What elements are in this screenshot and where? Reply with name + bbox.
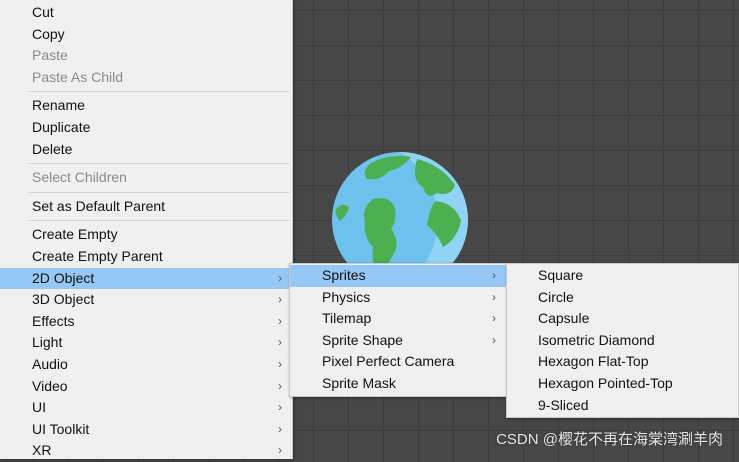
menu-item-label: Cut xyxy=(32,4,54,20)
context-menu: Cut Copy Paste Paste As Child Rename Duplicat… xyxy=(0,0,293,459)
menu-item-label: Select Children xyxy=(32,169,127,186)
menu-item-circle[interactable]: Circle xyxy=(507,287,738,309)
chevron-right-icon: › xyxy=(278,313,282,328)
menu-item-delete[interactable]: Delete xyxy=(0,139,292,161)
menu-item-audio[interactable]: Audio › xyxy=(0,354,292,376)
chevron-right-icon: › xyxy=(492,332,496,347)
menu-separator xyxy=(28,91,290,93)
menu-item-capsule[interactable]: Capsule xyxy=(507,308,738,330)
menu-item-paste-as-child: Paste As Child xyxy=(0,67,292,89)
menu-item-label: Tilemap xyxy=(322,310,372,327)
menu-item-label: Create Empty Parent xyxy=(32,247,163,264)
chevron-right-icon: › xyxy=(278,335,282,350)
menu-item-label: XR xyxy=(32,442,52,459)
menu-item-label: Sprite Mask xyxy=(322,374,396,391)
menu-item-label: Sprite Shape xyxy=(322,331,403,348)
menu-item-sprites[interactable]: Sprites › xyxy=(290,265,506,287)
menu-item-label: Hexagon Pointed-Top xyxy=(538,374,673,391)
chevron-right-icon: › xyxy=(492,311,496,326)
menu-item-label: Pixel Perfect Camera xyxy=(322,353,455,370)
menu-item-label: Circle xyxy=(538,288,574,305)
menu-item-label: Sprites xyxy=(322,267,366,283)
menu-separator xyxy=(28,163,290,165)
menu-item-label: Duplicate xyxy=(32,118,91,135)
menu-separator xyxy=(28,191,290,193)
menu-item-tilemap[interactable]: Tilemap › xyxy=(290,308,506,330)
menu-separator xyxy=(28,220,290,222)
menu-item-copy[interactable]: Copy xyxy=(0,24,292,46)
menu-item-2d-object[interactable]: 2D Object › xyxy=(0,267,292,290)
menu-item-sprite-shape[interactable]: Sprite Shape › xyxy=(290,330,506,352)
menu-item-label: Video xyxy=(32,377,68,394)
menu-item-video[interactable]: Video › xyxy=(0,376,292,398)
menu-item-create-empty-parent[interactable]: Create Empty Parent xyxy=(0,246,292,268)
chevron-right-icon: › xyxy=(492,289,496,304)
menu-item-label: Square xyxy=(538,267,584,283)
menu-item-square[interactable]: Square xyxy=(507,265,738,287)
menu-item-label: Rename xyxy=(32,97,85,114)
chevron-right-icon: › xyxy=(278,356,282,371)
menu-item-duplicate[interactable]: Duplicate xyxy=(0,117,292,139)
menu-item-isometric-diamond[interactable]: Isometric Diamond xyxy=(507,330,738,352)
menu-item-hexagon-pointed-top[interactable]: Hexagon Pointed-Top xyxy=(507,373,738,395)
chevron-right-icon: › xyxy=(278,292,282,307)
menu-item-3d-object[interactable]: 3D Object › xyxy=(0,289,292,311)
menu-item-pixel-perfect-camera[interactable]: Pixel Perfect Camera xyxy=(290,351,506,373)
menu-item-paste: Paste xyxy=(0,45,292,67)
menu-item-label: Paste As Child xyxy=(32,68,124,85)
menu-item-light[interactable]: Light › xyxy=(0,332,292,354)
menu-item-label: Physics xyxy=(322,288,371,305)
menu-item-label: UI Toolkit xyxy=(32,420,90,437)
menu-item-label: 3D Object xyxy=(32,291,95,308)
menu-item-rename[interactable]: Rename xyxy=(0,95,292,117)
menu-item-label: Copy xyxy=(32,25,65,42)
menu-item-label: Set as Default Parent xyxy=(32,197,166,214)
menu-item-effects[interactable]: Effects › xyxy=(0,311,292,333)
chevron-right-icon: › xyxy=(278,270,282,285)
menu-item-sprite-mask[interactable]: Sprite Mask xyxy=(290,373,506,395)
menu-item-9-sliced[interactable]: 9-Sliced xyxy=(507,395,738,417)
menu-item-label: Effects xyxy=(32,312,75,329)
submenu-2d-object: Sprites › Physics › Tilemap › Sprite Shape › Pix… xyxy=(289,263,507,397)
menu-item-label: Create Empty xyxy=(32,226,118,243)
menu-item-create-empty[interactable]: Create Empty xyxy=(0,224,292,246)
menu-item-label: 9-Sliced xyxy=(538,396,589,413)
menu-item-hexagon-flat-top[interactable]: Hexagon Flat-Top xyxy=(507,351,738,373)
menu-item-label: UI xyxy=(32,399,46,416)
watermark-text: CSDN @樱花不再在海棠湾涮羊肉 xyxy=(496,431,723,448)
chevron-right-icon: › xyxy=(278,421,282,436)
menu-item-set-as-default-parent[interactable]: Set as Default Parent xyxy=(0,196,292,218)
chevron-right-icon: › xyxy=(278,378,282,393)
submenu-sprites: Square Circle Capsule Isometric Diamond Hexa… xyxy=(506,263,739,418)
menu-item-ui[interactable]: UI › xyxy=(0,397,292,419)
menu-item-label: Isometric Diamond xyxy=(538,331,655,348)
menu-item-ui-toolkit[interactable]: UI Toolkit › xyxy=(0,419,292,441)
menu-item-cut[interactable]: Cut xyxy=(0,2,292,24)
menu-item-label: Hexagon Flat-Top xyxy=(538,353,649,370)
menu-item-label: Capsule xyxy=(538,310,590,327)
menu-item-select-children: Select Children xyxy=(0,167,292,189)
menu-item-label: Light xyxy=(32,334,63,351)
menu-item-label: Delete xyxy=(32,140,73,157)
chevron-right-icon: › xyxy=(492,268,496,282)
menu-item-physics[interactable]: Physics › xyxy=(290,287,506,309)
chevron-right-icon: › xyxy=(278,400,282,415)
menu-item-label: Audio xyxy=(32,355,68,372)
menu-item-label: Paste xyxy=(32,47,68,64)
menu-item-label: 2D Object xyxy=(32,269,95,286)
